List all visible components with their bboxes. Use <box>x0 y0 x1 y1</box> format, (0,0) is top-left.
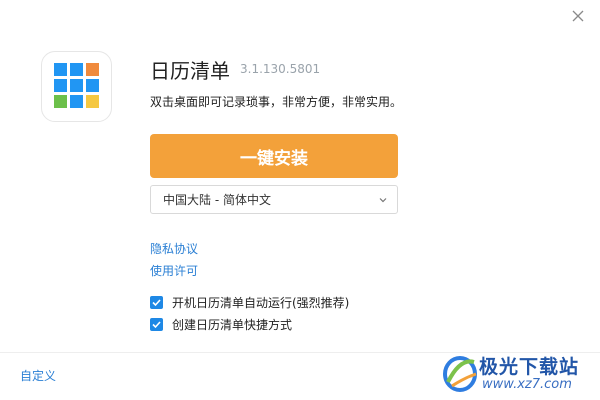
close-icon <box>572 10 584 22</box>
watermark-logo-icon <box>443 356 477 392</box>
autostart-label: 开机日历清单自动运行(强烈推荐) <box>172 296 350 310</box>
checkmark-icon <box>152 299 161 307</box>
watermark-title: 极光下载站 <box>479 356 580 378</box>
language-selected-value: 中国大陆 - 简体中文 <box>163 193 271 207</box>
logo-cell <box>86 79 99 92</box>
install-button[interactable]: 一键安装 <box>150 134 398 178</box>
logo-cell <box>54 79 67 92</box>
checkmark-icon <box>152 321 161 329</box>
autostart-option: 开机日历清单自动运行(强烈推荐) <box>150 295 349 310</box>
license-link[interactable]: 使用许可 <box>150 262 198 279</box>
chevron-down-icon <box>379 198 387 203</box>
custom-install-link[interactable]: 自定义 <box>20 367 56 384</box>
logo-cell <box>54 95 67 108</box>
language-select[interactable]: 中国大陆 - 简体中文 <box>150 185 398 214</box>
shortcut-label: 创建日历清单快捷方式 <box>172 318 293 332</box>
watermark: 极光下载站 www.xz7.com <box>440 350 590 398</box>
shortcut-option: 创建日历清单快捷方式 <box>150 317 292 332</box>
logo-cell <box>70 79 83 92</box>
logo-cell <box>70 95 83 108</box>
logo-cell <box>86 63 99 76</box>
close-button[interactable] <box>570 8 586 24</box>
app-version: 3.1.130.5801 <box>240 62 321 76</box>
logo-cell <box>54 63 67 76</box>
calendar-grid-logo <box>54 63 99 108</box>
logo-cell <box>86 95 99 108</box>
app-description: 双击桌面即可记录琐事，非常方便，非常实用。 <box>150 95 403 109</box>
app-logo <box>41 51 112 122</box>
shortcut-checkbox[interactable] <box>150 318 163 331</box>
privacy-policy-link[interactable]: 隐私协议 <box>150 240 198 257</box>
autostart-checkbox[interactable] <box>150 296 163 309</box>
watermark-url: www.xz7.com <box>482 377 572 392</box>
logo-cell <box>70 63 83 76</box>
app-title: 日历清单 <box>150 59 230 83</box>
